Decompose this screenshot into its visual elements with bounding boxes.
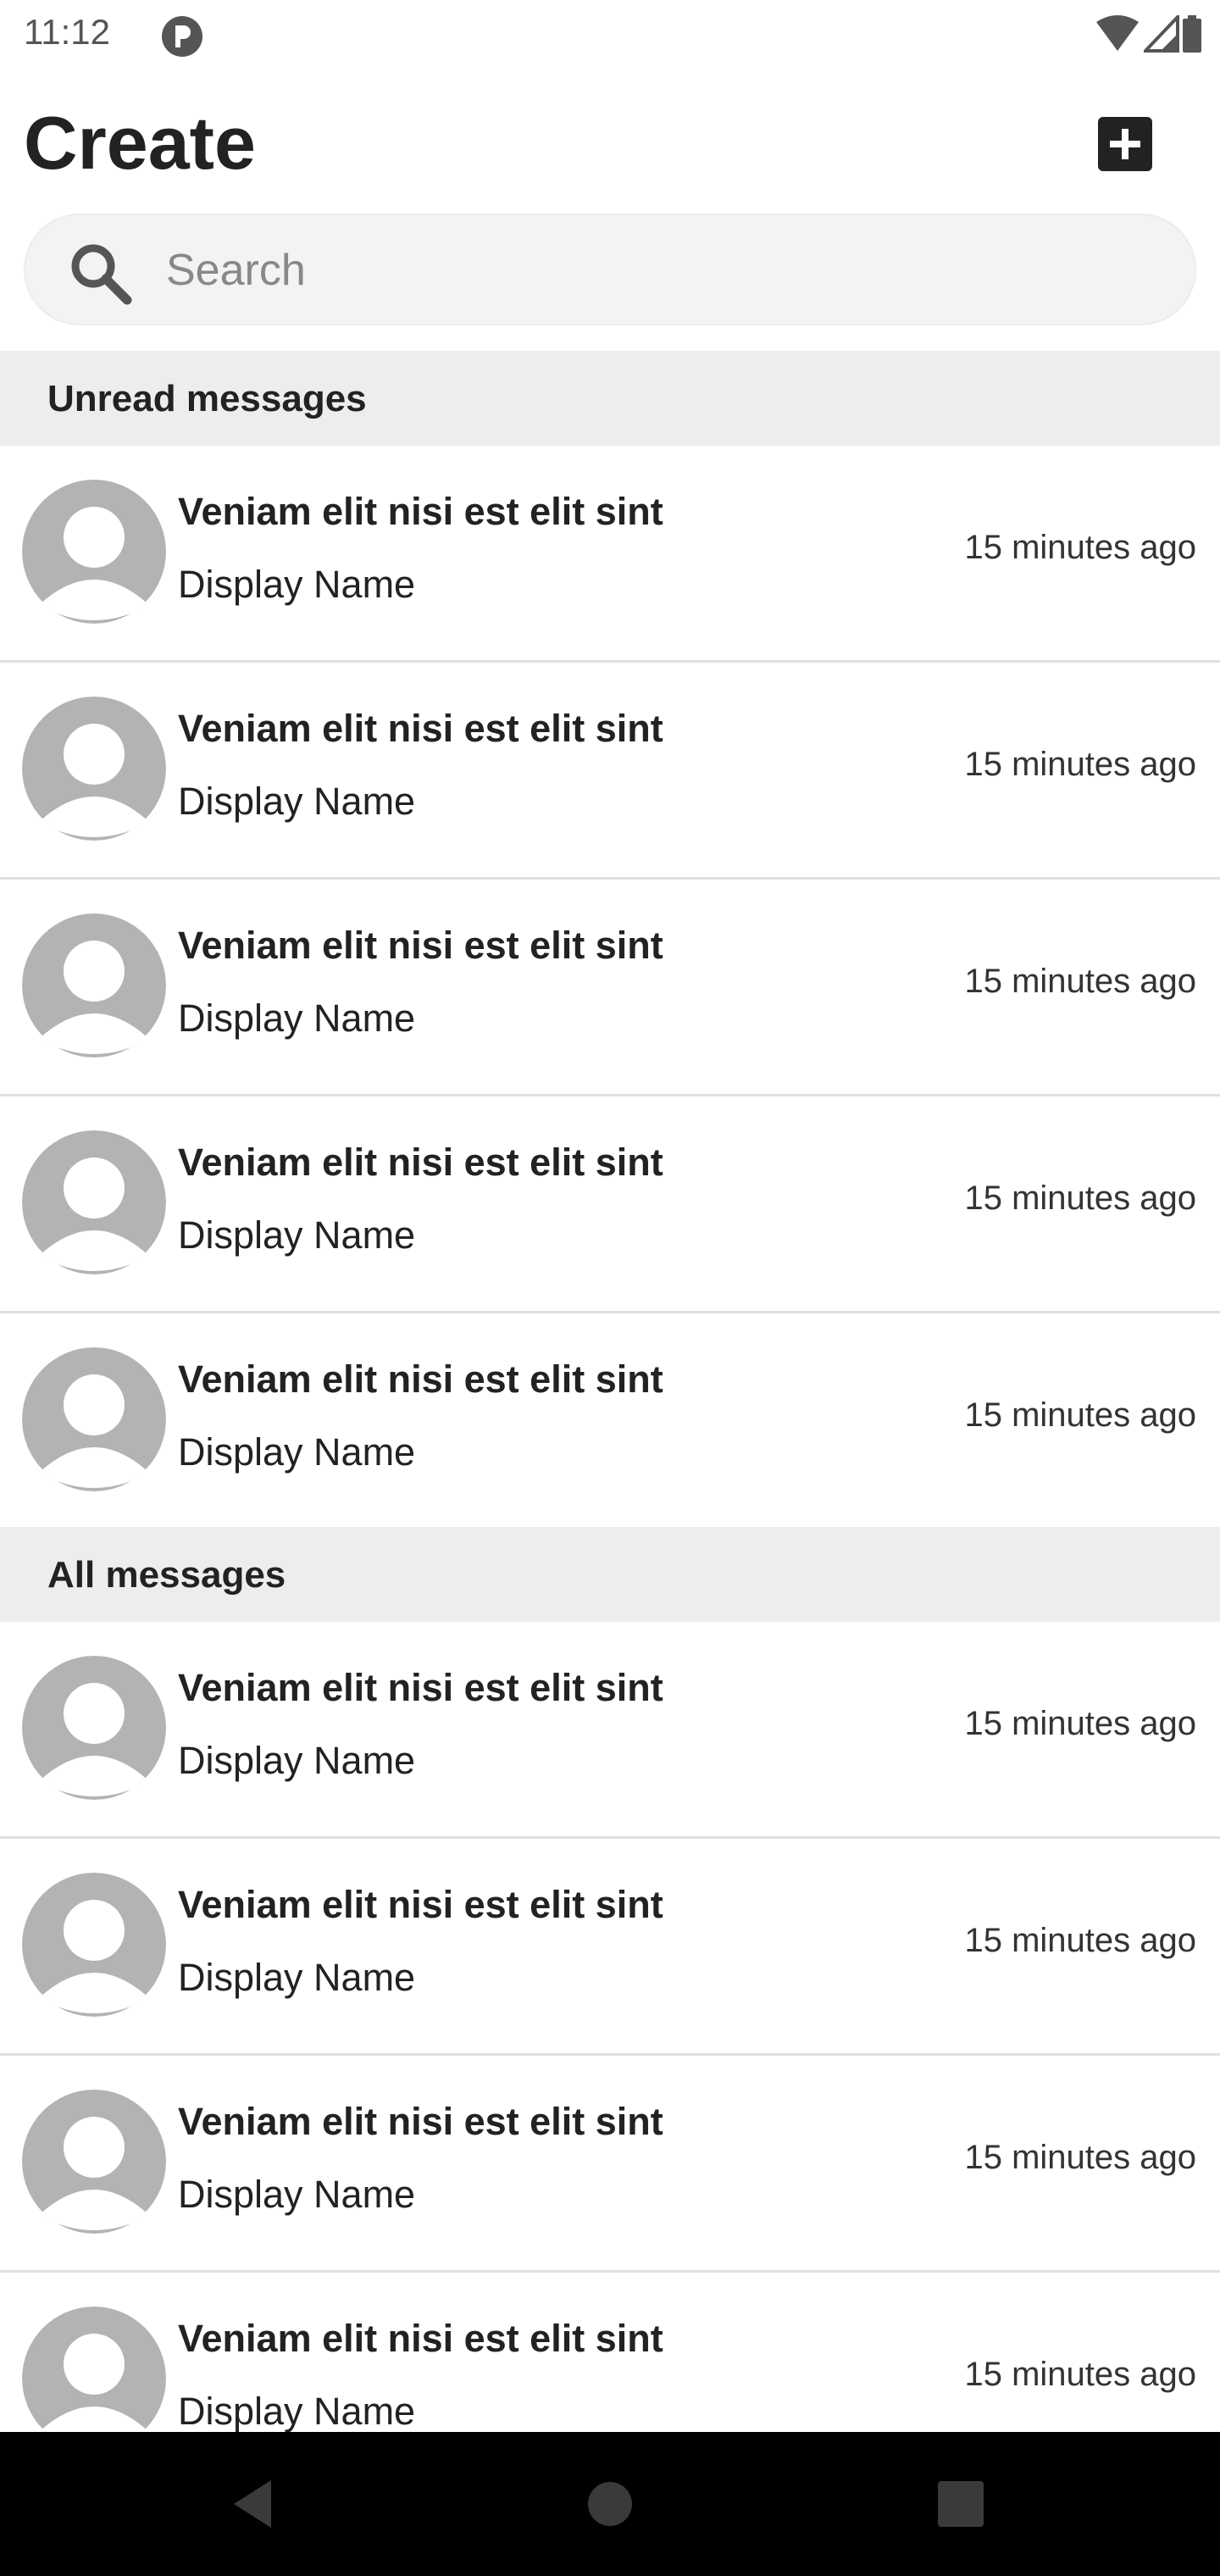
avatar — [22, 697, 166, 841]
avatar — [22, 480, 166, 624]
section-header-unread: Unread messages — [0, 351, 1220, 446]
avatar — [22, 913, 166, 1058]
section-title: Unread messages — [47, 378, 367, 419]
avatar — [22, 2307, 166, 2451]
list-item[interactable]: Veniam elit nisi est elit sint Display N… — [0, 1096, 1220, 1313]
signal-icon — [1144, 15, 1179, 53]
add-button[interactable] — [1098, 117, 1152, 171]
battery-icon — [1183, 15, 1201, 53]
list-item-title: Veniam elit nisi est elit sint — [178, 490, 663, 533]
list-item-subtitle: Display Name — [178, 1739, 416, 1782]
p-circle-icon — [161, 15, 203, 58]
list-item-title: Veniam elit nisi est elit sint — [178, 1141, 663, 1184]
list-item-subtitle: Display Name — [178, 1956, 416, 1999]
list-item[interactable]: Veniam elit nisi est elit sint Display N… — [0, 880, 1220, 1096]
list-item-time: 15 minutes ago — [964, 963, 1196, 1000]
back-button[interactable] — [219, 2470, 286, 2538]
list-item-time: 15 minutes ago — [964, 2356, 1196, 2393]
search-icon — [68, 241, 132, 305]
list-item-title: Veniam elit nisi est elit sint — [178, 707, 663, 750]
list-item-time: 15 minutes ago — [964, 1396, 1196, 1434]
list-item-time: 15 minutes ago — [964, 2139, 1196, 2176]
list-item-time: 15 minutes ago — [964, 529, 1196, 566]
home-button[interactable] — [576, 2470, 644, 2538]
back-icon — [234, 2480, 271, 2528]
list-item-subtitle: Display Name — [178, 1430, 416, 1474]
status-time: 11:12 — [24, 12, 110, 52]
status-bar: 11:12 — [0, 0, 1220, 71]
list-item-time: 15 minutes ago — [964, 1180, 1196, 1217]
list-item-time: 15 minutes ago — [964, 1922, 1196, 1959]
list-item[interactable]: Veniam elit nisi est elit sint Display N… — [0, 663, 1220, 880]
wifi-icon — [1096, 15, 1139, 51]
recents-button[interactable] — [927, 2470, 995, 2538]
avatar — [22, 1873, 166, 2017]
search-input[interactable] — [166, 241, 1149, 300]
list-item[interactable]: Veniam elit nisi est elit sint Display N… — [0, 446, 1220, 663]
avatar — [22, 1130, 166, 1274]
recents-icon — [938, 2481, 984, 2527]
plus-square-icon — [1110, 129, 1140, 159]
list-item[interactable]: Veniam elit nisi est elit sint Display N… — [0, 2056, 1220, 2273]
avatar — [22, 1656, 166, 1800]
list-item-subtitle: Display Name — [178, 563, 416, 606]
list-item-title: Veniam elit nisi est elit sint — [178, 924, 663, 967]
list-item[interactable]: Veniam elit nisi est elit sint Display N… — [0, 1839, 1220, 2056]
list-item-title: Veniam elit nisi est elit sint — [178, 1666, 663, 1709]
list-item-title: Veniam elit nisi est elit sint — [178, 2100, 663, 2143]
list-item-title: Veniam elit nisi est elit sint — [178, 1357, 663, 1401]
list-item-subtitle: Display Name — [178, 2173, 416, 2216]
avatar — [22, 1347, 166, 1491]
list-item-subtitle: Display Name — [178, 780, 416, 823]
list-item-subtitle: Display Name — [178, 1213, 416, 1257]
list-item-subtitle: Display Name — [178, 2390, 416, 2433]
page-title: Create — [24, 101, 256, 185]
list-item-title: Veniam elit nisi est elit sint — [178, 2317, 663, 2360]
list-item-time: 15 minutes ago — [964, 746, 1196, 783]
list-item-title: Veniam elit nisi est elit sint — [178, 1883, 663, 1926]
list-item[interactable]: Veniam elit nisi est elit sint Display N… — [0, 1622, 1220, 1839]
search-bar[interactable] — [24, 214, 1196, 325]
list-item[interactable]: Veniam elit nisi est elit sint Display N… — [0, 1313, 1220, 1528]
list-item-time: 15 minutes ago — [964, 1705, 1196, 1742]
status-icons — [1096, 15, 1201, 56]
section-header-all: All messages — [0, 1527, 1220, 1622]
home-icon — [588, 2482, 632, 2526]
navigation-bar — [0, 2432, 1220, 2576]
list-item-subtitle: Display Name — [178, 997, 416, 1040]
avatar — [22, 2090, 166, 2234]
section-title: All messages — [47, 1554, 286, 1596]
